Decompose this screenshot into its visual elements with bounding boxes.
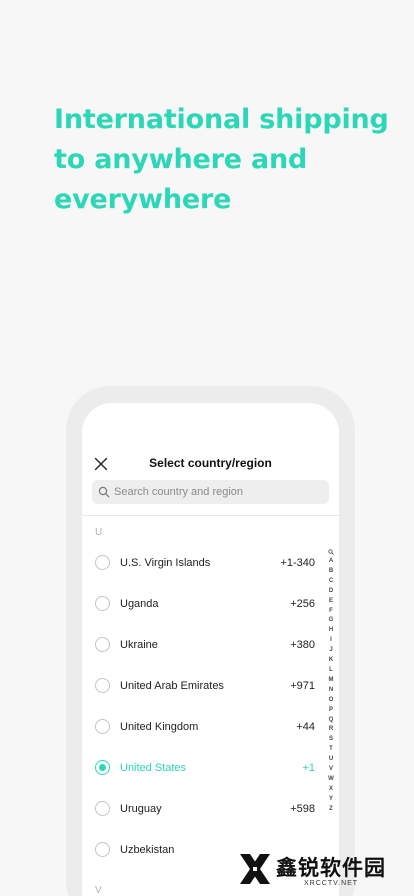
radio-button-selected[interactable] bbox=[95, 760, 110, 775]
index-letter[interactable]: X bbox=[329, 785, 333, 795]
index-letter[interactable]: U bbox=[329, 755, 333, 765]
index-letter[interactable]: J bbox=[329, 646, 332, 656]
watermark: 鑫锐软件园 XRCCTV.NET bbox=[236, 846, 412, 892]
headline: International shipping to anywhere and e… bbox=[54, 104, 389, 215]
watermark-text: 鑫锐软件园 bbox=[276, 856, 386, 880]
country-row[interactable]: U.S. Virgin Islands +1-340 bbox=[82, 542, 339, 583]
index-letter[interactable]: I bbox=[330, 636, 332, 646]
index-letter[interactable]: A bbox=[329, 557, 333, 567]
index-letter[interactable]: Q bbox=[329, 716, 334, 726]
country-name: United Arab Emirates bbox=[120, 679, 224, 692]
index-letter[interactable]: T bbox=[329, 745, 333, 755]
search-placeholder: Search country and region bbox=[114, 486, 244, 498]
index-letter[interactable]: S bbox=[329, 735, 333, 745]
dial-code: +44 bbox=[296, 720, 315, 733]
country-row[interactable]: United Kingdom +44 bbox=[82, 706, 339, 747]
country-row[interactable]: Uruguay +598 bbox=[82, 788, 339, 829]
index-letter[interactable]: C bbox=[329, 577, 333, 587]
index-letter[interactable]: B bbox=[329, 567, 333, 577]
phone-mockup: Select country/region Search country and… bbox=[66, 386, 355, 896]
country-list: U.S. Virgin Islands +1-340 Uganda +256 U… bbox=[82, 542, 339, 870]
phone-screen: Select country/region Search country and… bbox=[82, 403, 339, 896]
country-name: United Kingdom bbox=[120, 720, 199, 733]
country-row[interactable]: Uganda +256 bbox=[82, 583, 339, 624]
dial-code: +1-340 bbox=[280, 556, 315, 569]
divider bbox=[82, 515, 339, 516]
radio-button[interactable] bbox=[95, 719, 110, 734]
country-row-selected[interactable]: United States +1 bbox=[82, 747, 339, 788]
country-name: Uzbekistan bbox=[120, 843, 175, 856]
country-row[interactable]: Ukraine +380 bbox=[82, 624, 339, 665]
index-letter[interactable]: L bbox=[329, 666, 333, 676]
index-letter[interactable]: Z bbox=[329, 805, 333, 815]
watermark-logo-icon bbox=[240, 854, 270, 884]
modal-title: Select country/region bbox=[149, 456, 272, 470]
radio-button[interactable] bbox=[95, 801, 110, 816]
watermark-subtext: XRCCTV.NET bbox=[304, 880, 359, 887]
search-input[interactable]: Search country and region bbox=[92, 480, 329, 504]
index-letter[interactable]: G bbox=[329, 616, 334, 626]
index-letter[interactable]: M bbox=[329, 676, 334, 686]
radio-button[interactable] bbox=[95, 555, 110, 570]
country-name: Uruguay bbox=[120, 802, 162, 815]
dial-code: +598 bbox=[290, 802, 315, 815]
index-letter[interactable]: Y bbox=[329, 795, 333, 805]
country-row[interactable]: United Arab Emirates +971 bbox=[82, 665, 339, 706]
index-letter[interactable]: K bbox=[329, 656, 333, 666]
country-name: Ukraine bbox=[120, 638, 158, 651]
index-letter[interactable]: N bbox=[329, 686, 333, 696]
dial-code: +971 bbox=[290, 679, 315, 692]
alphabet-index[interactable]: ABCDEFGHIJKLMNOPQRSTUVWXYZ bbox=[326, 549, 336, 815]
radio-button[interactable] bbox=[95, 678, 110, 693]
country-name: U.S. Virgin Islands bbox=[120, 556, 211, 569]
search-icon[interactable] bbox=[328, 549, 334, 555]
index-letter[interactable]: O bbox=[329, 696, 334, 706]
radio-button[interactable] bbox=[95, 637, 110, 652]
dial-code: +380 bbox=[290, 638, 315, 651]
modal-header: Select country/region bbox=[82, 453, 339, 477]
index-letter[interactable]: W bbox=[328, 775, 334, 785]
index-letter[interactable]: E bbox=[329, 597, 333, 607]
dial-code: +256 bbox=[290, 597, 315, 610]
index-letter[interactable]: R bbox=[329, 725, 333, 735]
index-letter[interactable]: H bbox=[329, 626, 333, 636]
index-letter[interactable]: V bbox=[329, 765, 333, 775]
search-icon bbox=[98, 486, 110, 498]
country-name: Uganda bbox=[120, 597, 159, 610]
radio-button[interactable] bbox=[95, 842, 110, 857]
index-letter[interactable]: P bbox=[329, 706, 333, 716]
radio-button[interactable] bbox=[95, 596, 110, 611]
country-name: United States bbox=[120, 761, 187, 774]
index-letter[interactable]: D bbox=[329, 587, 333, 597]
index-letter[interactable]: F bbox=[329, 607, 333, 617]
section-header: U bbox=[95, 527, 103, 538]
dial-code: +1 bbox=[302, 761, 315, 774]
section-header: V bbox=[95, 885, 102, 896]
